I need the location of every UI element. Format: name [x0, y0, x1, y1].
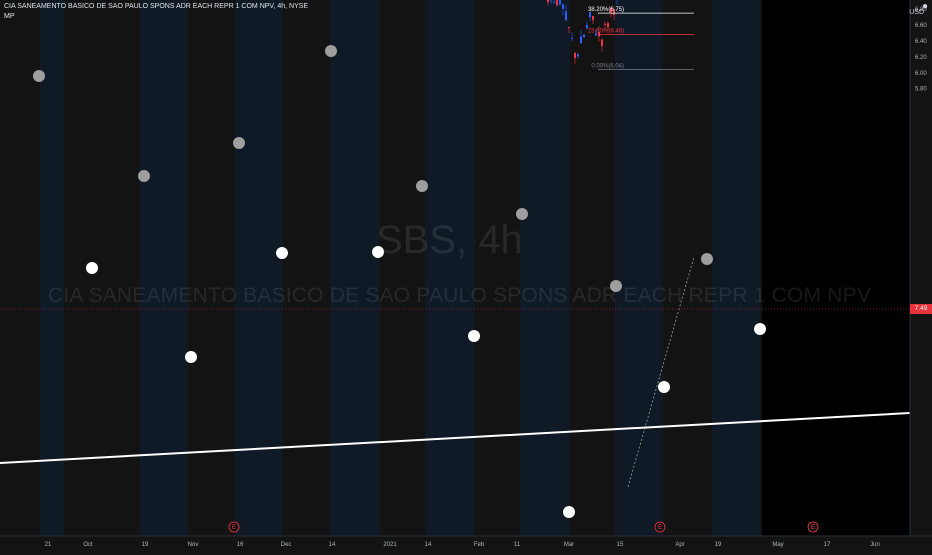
- fib-level-label: 23.60%(6.48): [588, 29, 624, 35]
- time-tick: Mar: [564, 542, 574, 548]
- last-price-tag: 7.49: [910, 304, 932, 314]
- price-tick: 6.20: [915, 55, 927, 61]
- svg-text:E: E: [811, 525, 815, 531]
- swing-low-marker: [563, 506, 575, 518]
- watermark-name: CIA SANEAMENTO BASICO DE SAO PAULO SPONS…: [48, 284, 871, 308]
- indicator-label[interactable]: MP: [4, 13, 15, 20]
- swing-low-marker: [276, 247, 288, 259]
- fib-level-label: 38.20%(6.75): [588, 7, 624, 13]
- price-tick: 6.60: [915, 23, 927, 29]
- swing-low-marker: [468, 330, 480, 342]
- swing-high-marker: [701, 253, 713, 265]
- swing-low-marker: [658, 381, 670, 393]
- time-tick: 21: [45, 542, 52, 548]
- time-tick: 14: [425, 542, 432, 548]
- chart-title: CIA SANEAMENTO BASICO DE SAO PAULO SPONS…: [4, 3, 308, 10]
- fib-level-label: 0.00%(6.04): [591, 64, 624, 70]
- time-tick: Nov: [188, 542, 199, 548]
- swing-low-marker: [185, 351, 197, 363]
- time-tick: 19: [142, 542, 149, 548]
- swing-high-marker: [233, 137, 245, 149]
- session-band: [425, 0, 475, 536]
- swing-high-marker: [138, 170, 150, 182]
- future-area: [762, 0, 910, 536]
- earnings-marker[interactable]: E: [229, 522, 239, 532]
- candle: [583, 33, 585, 38]
- time-tick: 14: [329, 542, 336, 548]
- price-chart[interactable]: 200.00%(9.77)161.80%(9.05)141.40%(8.67)1…: [0, 0, 932, 550]
- swing-high-marker: [416, 180, 428, 192]
- chart-area[interactable]: 200.00%(9.77)161.80%(9.05)141.40%(8.67)1…: [0, 0, 932, 550]
- time-tick: Apr: [675, 542, 684, 548]
- price-tick: 5.80: [915, 87, 927, 93]
- svg-text:E: E: [658, 525, 662, 531]
- candle: [577, 53, 579, 59]
- time-tick: Feb: [474, 542, 485, 548]
- candle: [592, 16, 594, 24]
- swing-high-marker: [33, 70, 45, 82]
- session-band: [712, 0, 760, 536]
- candle: [580, 30, 582, 43]
- time-tick: 17: [824, 542, 831, 548]
- candle: [571, 32, 573, 41]
- time-tick: Dec: [281, 542, 292, 548]
- price-tick: 6.00: [915, 71, 927, 77]
- time-tick: May: [772, 542, 783, 548]
- session-band: [615, 0, 663, 536]
- time-tick: 19: [715, 542, 722, 548]
- watermark-ticker: SBS, 4h: [376, 218, 523, 263]
- time-tick: Oct: [83, 542, 93, 548]
- session-band: [330, 0, 380, 536]
- time-tick: 16: [237, 542, 244, 548]
- session-band: [40, 0, 64, 536]
- time-tick: Jun: [870, 542, 880, 548]
- time-tick: 2021: [383, 542, 397, 548]
- time-tick: 15: [617, 542, 624, 548]
- session-band: [235, 0, 283, 536]
- time-tick: 11: [514, 542, 521, 548]
- candle: [574, 52, 576, 63]
- price-tick: 6.40: [915, 39, 927, 45]
- earnings-marker[interactable]: E: [655, 522, 665, 532]
- svg-text:E: E: [232, 525, 236, 531]
- currency-label: USD: [909, 9, 924, 16]
- earnings-marker[interactable]: E: [808, 522, 818, 532]
- session-band: [520, 0, 570, 536]
- candle: [601, 39, 603, 52]
- swing-low-marker: [754, 323, 766, 335]
- swing-low-marker: [86, 262, 98, 274]
- swing-high-marker: [325, 45, 337, 57]
